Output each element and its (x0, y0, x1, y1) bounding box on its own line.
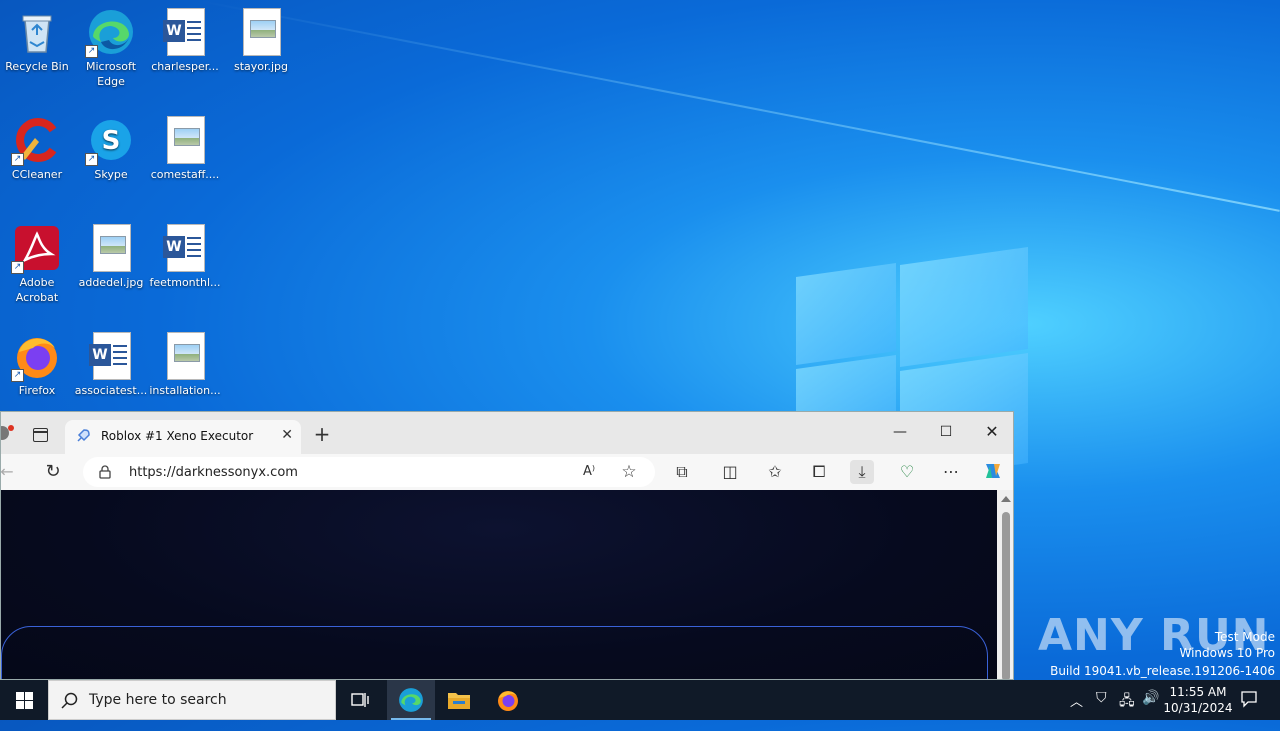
taskbar: Type here to search ︿ ⛉ 🖧 🔊 11:55 AM 10/… (0, 680, 1280, 720)
shortcut-arrow-icon: ↗ (11, 261, 24, 274)
taskbar-file-explorer[interactable] (435, 680, 483, 720)
image-file-icon (161, 116, 209, 164)
lock-icon[interactable] (99, 465, 111, 479)
firefox-icon: ↗ (11, 332, 61, 382)
word-document-icon: W (161, 224, 209, 272)
volume-icon[interactable]: 🔊 (1142, 690, 1159, 730)
browser-essentials-icon[interactable]: ♡ (895, 460, 919, 484)
address-bar[interactable]: https://darknessonyx.com A⁾ ☆ (83, 457, 655, 487)
page-content (1, 490, 997, 679)
desktop-icon-charlesper[interactable]: W charlesper... (148, 8, 222, 74)
extensions-icon[interactable]: ⧉ (670, 460, 694, 484)
desktop-icon-ccleaner[interactable]: ↗ CCleaner (0, 116, 74, 182)
clock-date: 10/31/2024 (1163, 701, 1233, 715)
split-screen-icon[interactable]: ◫ (718, 460, 742, 484)
favorite-star-icon[interactable]: ☆ (617, 460, 641, 484)
scrollbar-thumb[interactable] (1002, 512, 1010, 679)
desktop-icon-firefox[interactable]: ↗ Firefox (0, 332, 74, 398)
firefox-icon (498, 691, 518, 711)
notifications-icon[interactable] (1240, 690, 1258, 708)
downloads-icon[interactable]: ⤓ (850, 460, 874, 484)
copilot-icon[interactable] (981, 460, 1005, 484)
desktop-icon-recycle-bin[interactable]: Recycle Bin (0, 8, 74, 74)
desktop-icon-associatest[interactable]: W associatest... (74, 332, 148, 398)
collections-icon[interactable]: ⧠ (807, 460, 831, 484)
taskbar-edge[interactable] (387, 680, 435, 720)
scroll-up-arrow-icon[interactable] (1001, 496, 1011, 502)
desktop-icon-microsoft-edge[interactable]: ↗ Microsoft Edge (74, 8, 148, 89)
close-window-button[interactable]: ✕ (969, 417, 1013, 447)
svg-text:S: S (102, 126, 121, 156)
desktop-icon-comestaff[interactable]: comestaff.... (148, 116, 222, 182)
edge-icon: ↗ (85, 8, 135, 58)
tab-actions-icon[interactable] (33, 428, 48, 442)
url-text: https://darknessonyx.com (129, 465, 298, 480)
back-arrow-icon[interactable]: ← (1, 460, 19, 484)
desktop-icon-adobe-acrobat[interactable]: ↗ Adobe Acrobat (0, 224, 74, 305)
wallpaper-light-beam (199, 0, 1280, 212)
ccleaner-icon: ↗ (11, 116, 61, 166)
new-tab-button[interactable]: + (311, 421, 333, 447)
desktop-icon-addedel[interactable]: addedel.jpg (74, 224, 148, 290)
shortcut-arrow-icon: ↗ (85, 45, 98, 58)
rocket-favicon-icon (77, 429, 90, 442)
vertical-scrollbar[interactable] (997, 490, 1013, 679)
shortcut-arrow-icon: ↗ (85, 153, 98, 166)
shortcut-arrow-icon: ↗ (11, 153, 24, 166)
defender-icon[interactable]: ⛉ (1096, 690, 1107, 730)
windows-edition-text: Windows 10 Pro (1179, 646, 1275, 660)
refresh-icon[interactable]: ↻ (41, 460, 65, 484)
show-hidden-icons-chevron-icon[interactable]: ︿ (1070, 691, 1083, 731)
folder-icon (448, 693, 470, 709)
edge-icon (399, 688, 423, 712)
skype-icon: S ↗ (85, 116, 135, 166)
start-button[interactable] (0, 680, 48, 720)
tab-close-icon[interactable]: ✕ (281, 427, 293, 443)
task-view-icon (351, 693, 369, 707)
edge-browser-window: Roblox #1 Xeno Executor ✕ + — ☐ ✕ ← ↻ ht… (0, 411, 1014, 680)
read-aloud-icon[interactable]: A⁾ (577, 460, 601, 484)
recycle-bin-icon (13, 8, 61, 56)
word-document-icon: W (161, 8, 209, 56)
browser-toolbar: ← ↻ https://darknessonyx.com A⁾ ☆ ⧉ ◫ ✩ … (1, 454, 1013, 490)
word-document-icon: W (87, 332, 135, 380)
hero-card (1, 626, 988, 679)
shortcut-arrow-icon: ↗ (11, 369, 24, 382)
desktop-icon-feetmonthl[interactable]: W feetmonthl... (148, 224, 222, 290)
clock[interactable]: 11:55 AM 10/31/2024 (1160, 684, 1236, 716)
image-file-icon (161, 332, 209, 380)
tab-bar: Roblox #1 Xeno Executor ✕ + — ☐ ✕ (1, 412, 1013, 454)
maximize-button[interactable]: ☐ (923, 417, 969, 447)
image-file-icon (87, 224, 135, 272)
windows-start-icon (16, 692, 33, 709)
test-mode-text: Test Mode (1214, 630, 1275, 644)
more-options-icon[interactable]: ⋯ (939, 460, 963, 484)
search-placeholder: Type here to search (89, 692, 227, 708)
desktop-icon-skype[interactable]: S ↗ Skype (74, 116, 148, 182)
desktop-icon-installation[interactable]: installation... (148, 332, 222, 398)
task-view-button[interactable] (336, 680, 384, 720)
desktop-icon-stayor[interactable]: stayor.jpg (224, 8, 298, 74)
search-icon (61, 692, 78, 709)
minimize-button[interactable]: — (877, 417, 923, 447)
notification-dot-icon (8, 425, 14, 431)
build-text: Build 19041.vb_release.191206-1406 (1050, 664, 1275, 678)
favorites-icon[interactable]: ✩ (763, 460, 787, 484)
image-file-icon (237, 8, 285, 56)
tab-roblox-xeno-executor[interactable]: Roblox #1 Xeno Executor ✕ (65, 420, 301, 454)
adobe-acrobat-icon: ↗ (11, 224, 61, 274)
tab-title: Roblox #1 Xeno Executor (101, 429, 254, 443)
network-icon[interactable]: 🖧 (1119, 690, 1135, 730)
taskbar-firefox[interactable] (484, 680, 532, 720)
clock-time: 11:55 AM (1169, 685, 1227, 699)
taskbar-search-box[interactable]: Type here to search (48, 680, 336, 720)
